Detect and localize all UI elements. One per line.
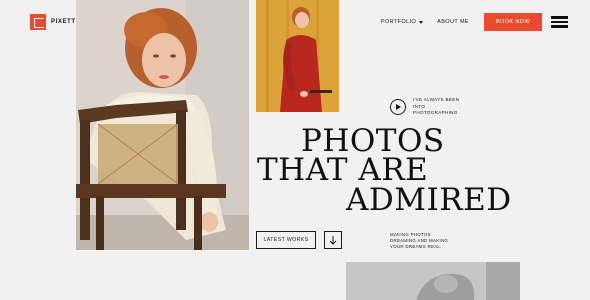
grayscale-photo — [346, 262, 520, 300]
chevron-down-icon — [419, 20, 424, 24]
headline-line-3: ADMIRED — [346, 182, 512, 218]
arrow-down-icon — [329, 235, 337, 245]
book-now-button[interactable]: BOOK NOW — [484, 13, 542, 31]
play-icon — [396, 103, 401, 110]
hero-description: MAKING PHOTOS DREAMING AND MAKING YOUR D… — [390, 232, 449, 249]
brand-logo[interactable]: PIXETTY — [30, 14, 80, 30]
logo-mark-icon — [30, 14, 46, 30]
video-caption: I'VE ALWAYS BEEN INTO PHOTOGRAPHING — [413, 97, 460, 116]
top-navigation: PORTFOLIO ABOUT ME BOOK NOW — [381, 13, 568, 31]
nav-about-me[interactable]: ABOUT ME — [437, 19, 469, 25]
scroll-down-button[interactable] — [324, 231, 342, 249]
nav-portfolio[interactable]: PORTFOLIO — [380, 19, 424, 25]
play-button[interactable] — [390, 98, 406, 115]
hamburger-menu-icon[interactable] — [551, 16, 568, 28]
latest-works-button[interactable]: LATEST WORKS — [256, 231, 316, 249]
hero-portrait-photo — [76, 0, 249, 250]
video-intro: I'VE ALWAYS BEEN INTO PHOTOGRAPHING — [390, 97, 469, 117]
nav-portfolio-label: PORTFOLIO — [380, 19, 417, 25]
red-dress-photo — [256, 0, 339, 112]
